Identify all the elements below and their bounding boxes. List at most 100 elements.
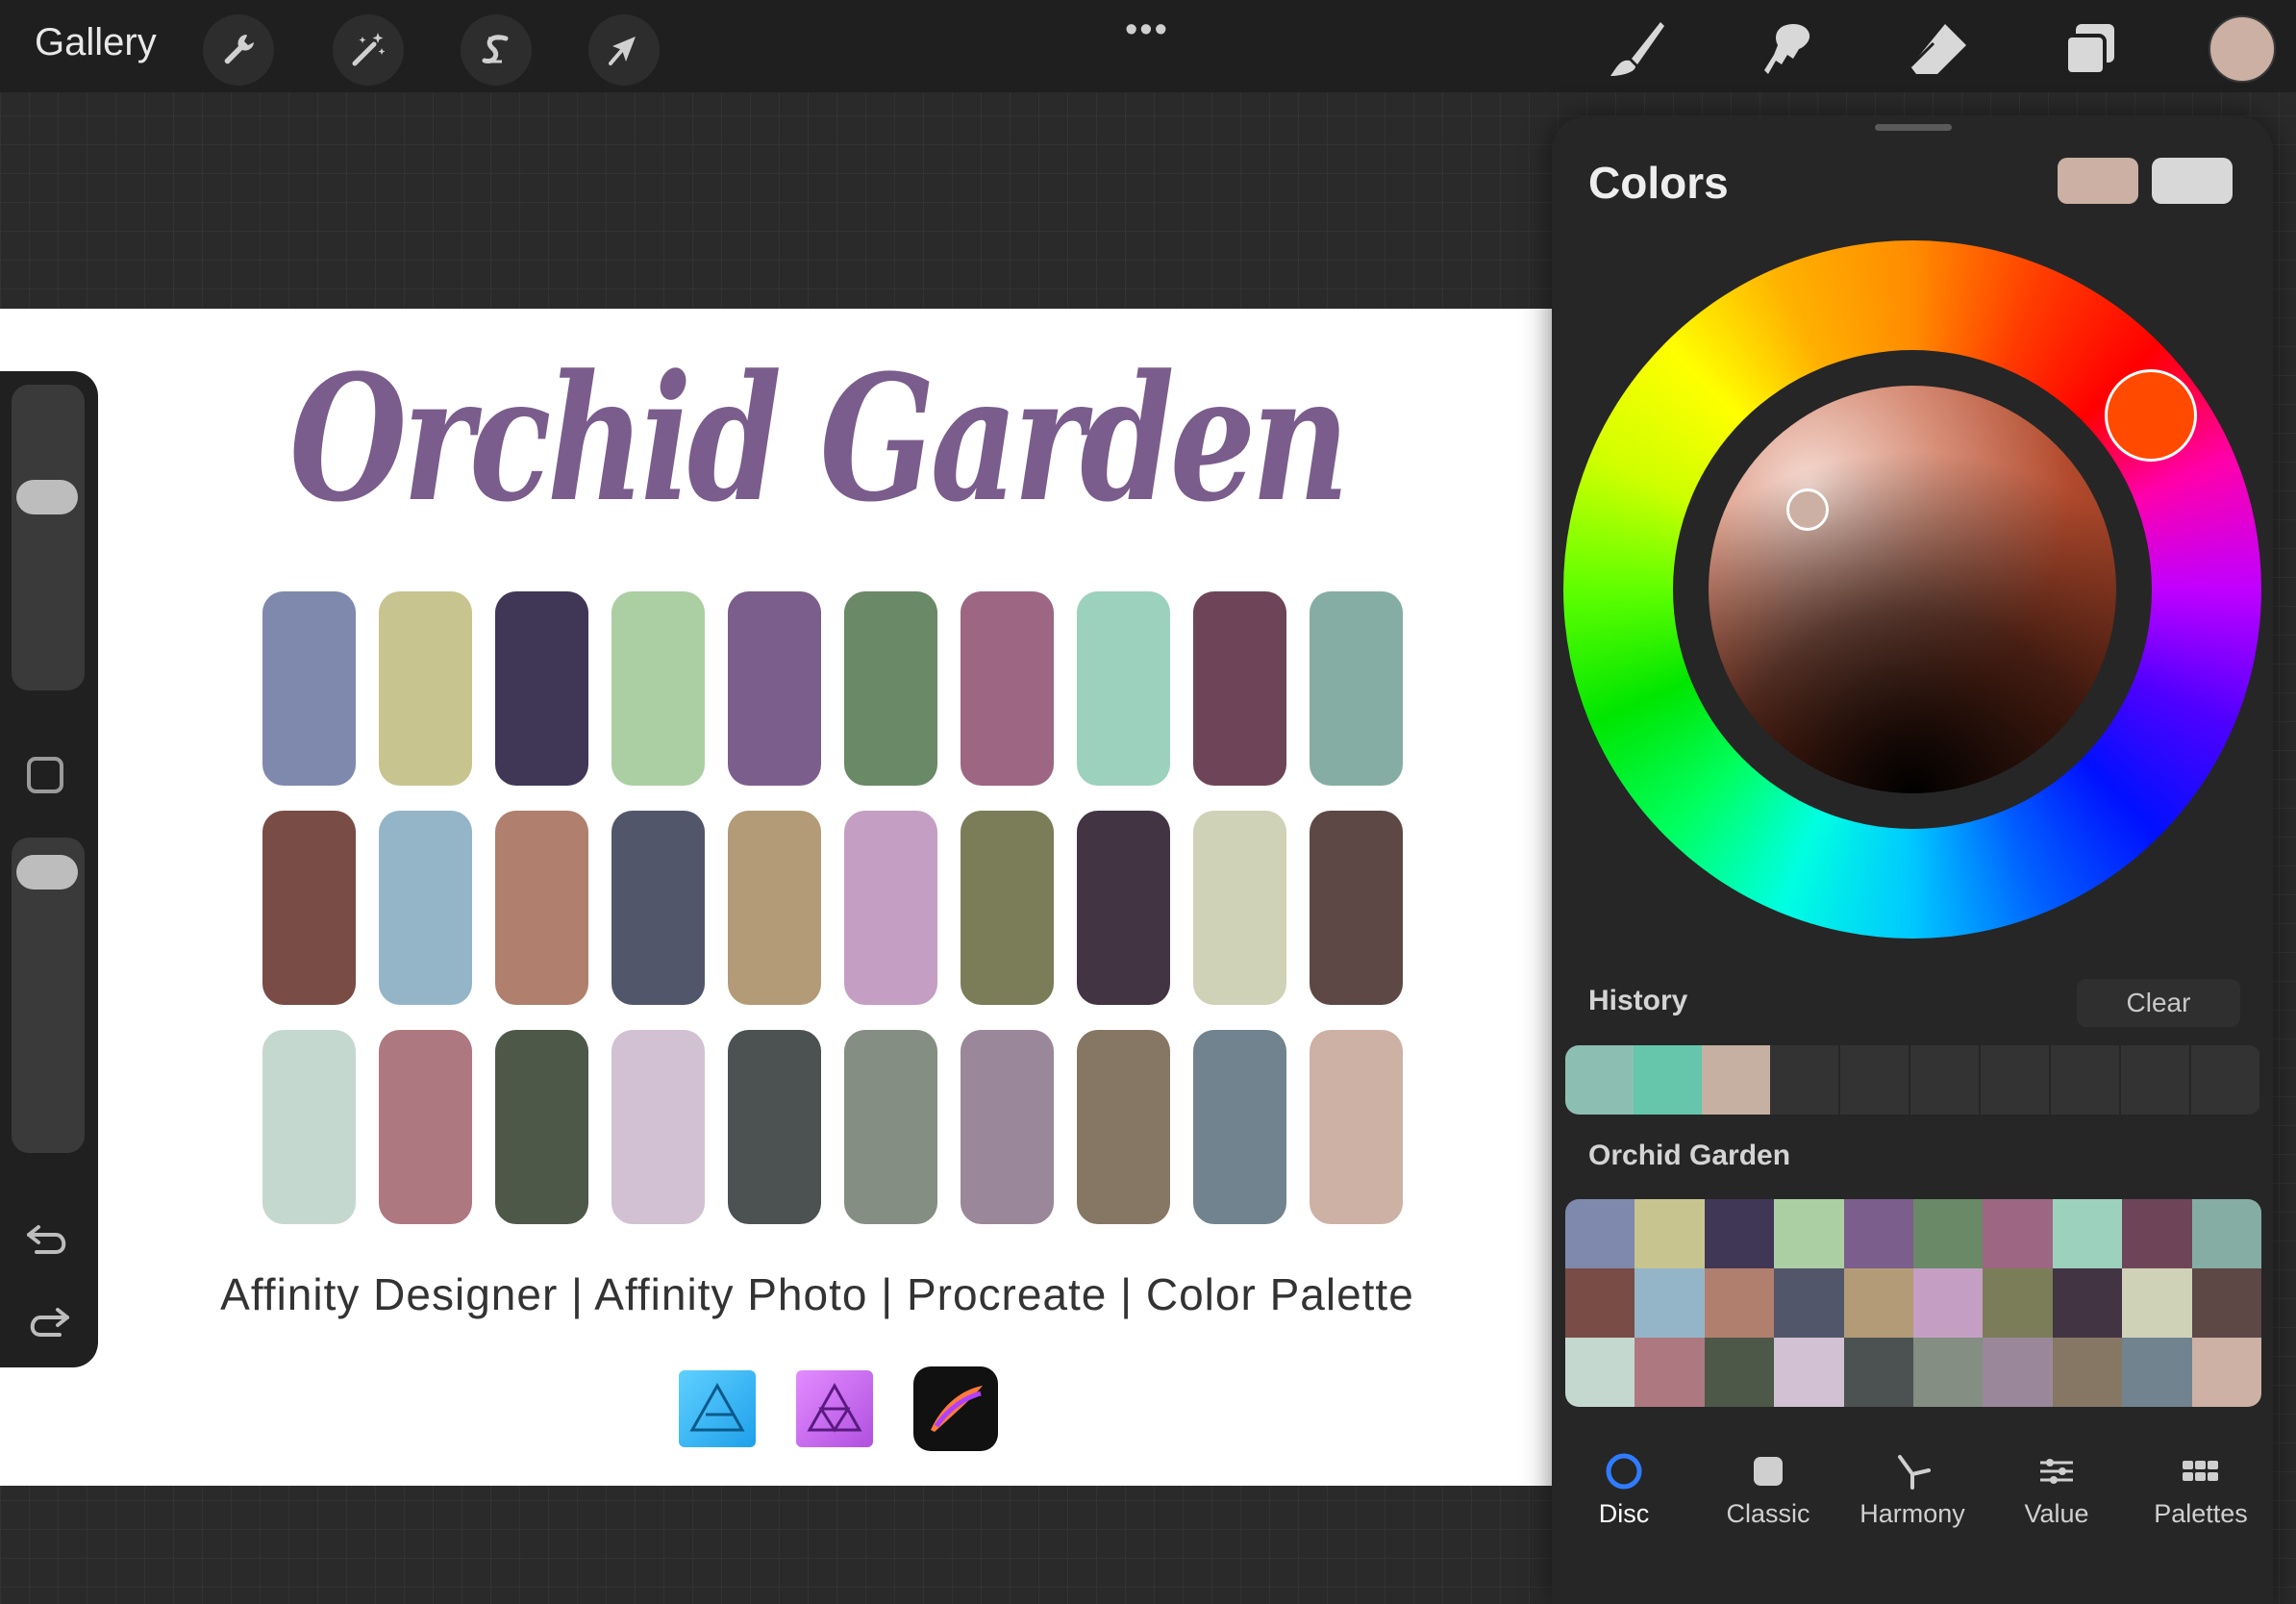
palette-color[interactable] [1774, 1199, 1844, 1268]
tab-harmony[interactable]: Harmony [1840, 1432, 1984, 1547]
adjustments-button[interactable] [333, 14, 404, 86]
swatch-grid [262, 591, 1416, 1249]
selection-s-icon [482, 35, 509, 64]
palette-color[interactable] [1913, 1338, 1984, 1407]
brush-size-slider[interactable] [12, 385, 85, 690]
left-sidebar [0, 371, 98, 1367]
palette-color[interactable] [1913, 1268, 1984, 1338]
procreate-logo [913, 1366, 998, 1451]
hue-handle[interactable] [2105, 369, 2197, 462]
wrench-icon [224, 35, 254, 64]
history-color[interactable] [1634, 1045, 1702, 1115]
palette-color[interactable] [1843, 1268, 1913, 1338]
top-toolbar: Gallery ••• [0, 0, 2296, 92]
palette-color[interactable] [2122, 1199, 2192, 1268]
palette-color[interactable] [1983, 1199, 2053, 1268]
color-swatch [495, 811, 588, 1005]
color-swatch [262, 811, 356, 1005]
palette-color[interactable] [1565, 1268, 1635, 1338]
palette-color[interactable] [1565, 1199, 1635, 1268]
palette-color[interactable] [1704, 1199, 1775, 1268]
palette-color[interactable] [1774, 1338, 1844, 1407]
palette-color[interactable] [2122, 1268, 2192, 1338]
color-swatch [961, 591, 1054, 786]
palette-color[interactable] [2191, 1268, 2261, 1338]
current-color-button[interactable] [2209, 15, 2276, 83]
tab-disc[interactable]: Disc [1552, 1432, 1696, 1547]
selection-button[interactable] [461, 14, 532, 86]
magic-wand-icon [352, 33, 386, 66]
modify-square-button[interactable] [27, 757, 63, 793]
brush-tool-button[interactable] [1600, 13, 1673, 87]
history-color[interactable] [1702, 1045, 1770, 1115]
color-swatch [844, 811, 937, 1005]
secondary-color-swatch[interactable] [2152, 158, 2233, 204]
tab-classic[interactable]: Classic [1696, 1432, 1840, 1547]
palette-color[interactable] [1704, 1268, 1775, 1338]
tab-label: Value [2024, 1499, 2089, 1528]
gallery-button[interactable]: Gallery [35, 21, 157, 64]
color-swatch [961, 1030, 1054, 1224]
eraser-icon [1909, 24, 1966, 74]
panel-grabber[interactable] [1875, 124, 1952, 131]
palette-grid [1565, 1199, 2261, 1407]
palette-color[interactable] [2191, 1199, 2261, 1268]
sliders-icon [2036, 1451, 2077, 1491]
tab-palettes[interactable]: Palettes [2129, 1432, 2273, 1547]
palette-color[interactable] [2122, 1338, 2192, 1407]
palette-color[interactable] [1635, 1199, 1705, 1268]
color-swatch [1193, 1030, 1286, 1224]
color-disc[interactable] [1563, 240, 2261, 939]
tab-value[interactable]: Value [1984, 1432, 2129, 1547]
saturation-brightness-disc[interactable] [1709, 386, 2116, 793]
disc-icon [1604, 1451, 1644, 1491]
palette-color[interactable] [2191, 1338, 2261, 1407]
color-swatch [1193, 811, 1286, 1005]
transform-button[interactable] [588, 14, 660, 86]
palette-color[interactable] [1843, 1338, 1913, 1407]
color-swatch [1310, 811, 1403, 1005]
palette-color[interactable] [1843, 1199, 1913, 1268]
actions-button[interactable] [203, 14, 274, 86]
color-swatch [844, 1030, 937, 1224]
clear-history-button[interactable]: Clear [2077, 979, 2240, 1027]
palette-color[interactable] [1635, 1268, 1705, 1338]
tab-label: Palettes [2154, 1499, 2248, 1528]
classic-square-icon [1748, 1451, 1788, 1491]
palette-color[interactable] [1774, 1268, 1844, 1338]
palette-color[interactable] [1565, 1338, 1635, 1407]
color-picker-handle[interactable] [1786, 489, 1829, 531]
opacity-knob[interactable] [16, 855, 78, 890]
color-swatch [1193, 591, 1286, 786]
color-swatch [379, 1030, 472, 1224]
primary-color-swatch[interactable] [2058, 158, 2138, 204]
palette-color[interactable] [1635, 1338, 1705, 1407]
palette-color[interactable] [2052, 1268, 2123, 1338]
swatch-row [262, 1030, 1416, 1224]
swatch-row [262, 591, 1416, 786]
more-options-button[interactable]: ••• [1125, 10, 1169, 51]
history-color[interactable] [1565, 1045, 1634, 1115]
transform-arrow-icon [609, 37, 636, 65]
palette-grid-icon [2181, 1451, 2221, 1491]
smudge-tool-button[interactable] [1752, 13, 1825, 87]
history-empty-slot [1770, 1045, 1840, 1115]
eraser-tool-button[interactable] [1902, 13, 1975, 87]
brush-icon [1610, 22, 1664, 76]
colors-panel: Colors History Clear Orchid Garden Disc C… [1552, 116, 2273, 1604]
tab-label: Classic [1726, 1499, 1810, 1528]
palette-color[interactable] [1704, 1338, 1775, 1407]
brush-size-knob[interactable] [16, 479, 78, 514]
app-logos [679, 1366, 998, 1451]
undo-icon[interactable] [23, 1214, 73, 1264]
artwork-canvas[interactable]: Orchid Garden Affinity Designer | Affini… [0, 309, 1552, 1486]
affinity-designer-logo [679, 1370, 756, 1447]
palette-color[interactable] [1983, 1268, 2053, 1338]
palette-color[interactable] [1913, 1199, 1984, 1268]
palette-color[interactable] [2052, 1338, 2123, 1407]
palette-color[interactable] [1983, 1338, 2053, 1407]
color-swatch [1310, 591, 1403, 786]
palette-color[interactable] [2052, 1199, 2123, 1268]
layers-button[interactable] [2052, 13, 2125, 87]
redo-icon[interactable] [23, 1296, 73, 1346]
